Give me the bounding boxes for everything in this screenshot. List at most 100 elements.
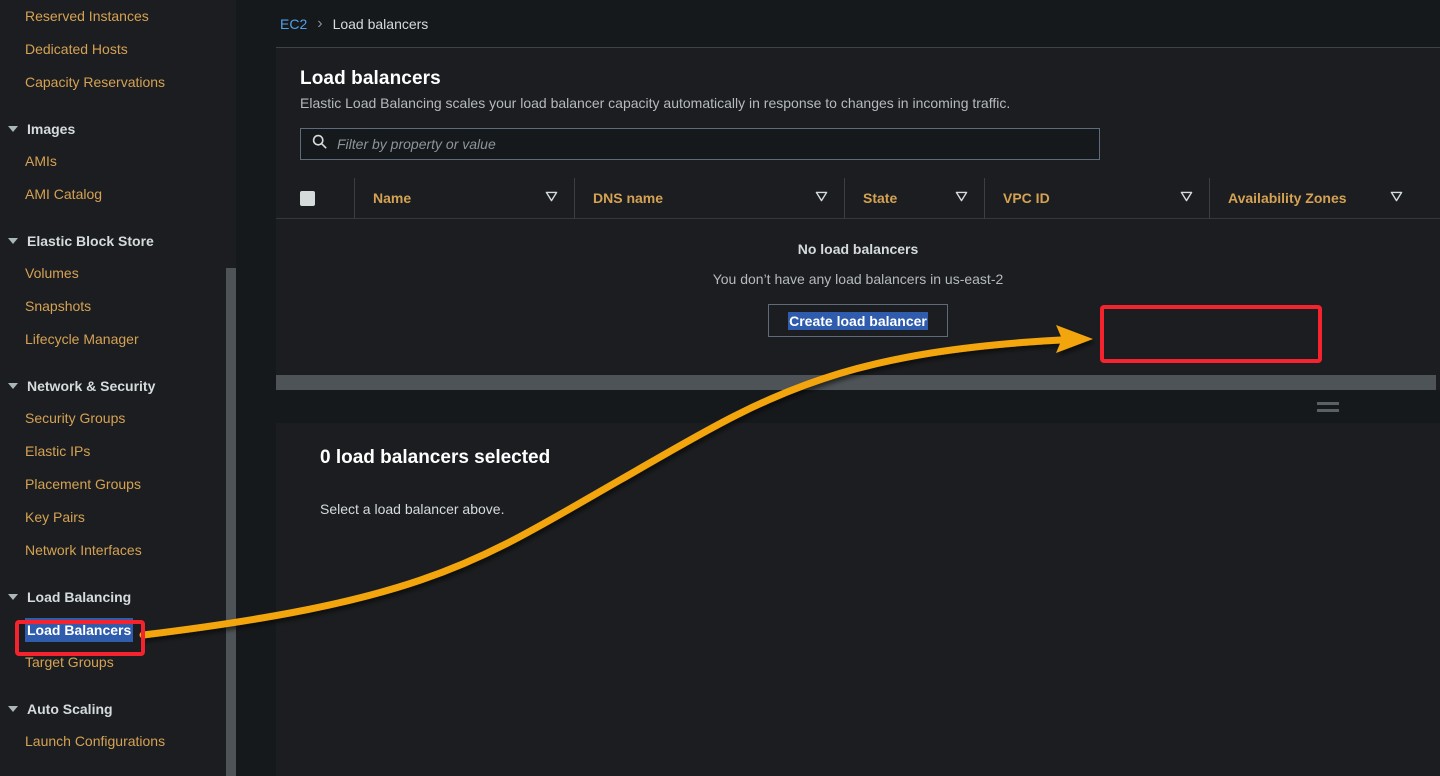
- sidebar-group-label: Elastic Block Store: [27, 232, 154, 249]
- column-header-label: Availability Zones: [1228, 190, 1347, 206]
- sidebar-item-capacity-reservations[interactable]: Capacity Reservations: [0, 66, 236, 99]
- checkbox-icon: [300, 190, 315, 206]
- sort-descending-icon[interactable]: [955, 189, 968, 207]
- sidebar-scrollbar-track[interactable]: [226, 0, 236, 776]
- nav-group-spacer: [0, 356, 236, 369]
- page-title: Load balancers: [300, 68, 441, 89]
- card-header: Load balancers Elastic Load Balancing sc…: [276, 48, 1440, 111]
- sidebar-item-label: Load Balancers: [25, 617, 134, 642]
- table-column-header[interactable]: Availability Zones: [1209, 177, 1419, 219]
- caret-down-icon: [8, 125, 18, 132]
- column-header-label: Name: [373, 190, 412, 206]
- sidebar-item-ami-catalog[interactable]: AMI Catalog: [0, 178, 236, 211]
- sidebar-group-elastic-block-store[interactable]: Elastic Block Store: [0, 224, 236, 257]
- sidebar-group-label: Images: [27, 120, 76, 137]
- panel-splitter: [276, 390, 1440, 423]
- sidebar-item-volumes[interactable]: Volumes: [0, 257, 236, 290]
- caret-down-icon: [8, 705, 18, 712]
- empty-state-subtitle: You don’t have any load balancers in us-…: [712, 271, 1004, 287]
- create-load-balancer-button[interactable]: Create load balancer: [768, 304, 948, 337]
- sidebar-item-label: Dedicated Hosts: [25, 41, 128, 57]
- search-input[interactable]: Filter by property or value: [300, 128, 1100, 160]
- sidebar-item-network-interfaces[interactable]: Network Interfaces: [0, 534, 236, 567]
- sidebar-group-images[interactable]: Images: [0, 112, 236, 145]
- column-header-label: DNS name: [593, 190, 664, 206]
- sidebar-item-placement-groups[interactable]: Placement Groups: [0, 468, 236, 501]
- splitter-drag-handle-icon[interactable]: [1317, 402, 1339, 416]
- sidebar-item-launch-configurations[interactable]: Launch Configurations: [0, 725, 236, 758]
- sort-descending-icon[interactable]: [1180, 189, 1193, 207]
- table-column-header[interactable]: VPC ID: [984, 177, 1209, 219]
- nav-group-spacer: [0, 99, 236, 112]
- sidebar-item-label: Lifecycle Manager: [25, 331, 139, 347]
- nav-group-spacer: [0, 567, 236, 580]
- sidebar-item-load-balancers[interactable]: Load Balancers: [0, 613, 236, 646]
- sidebar-group-label: Load Balancing: [27, 588, 132, 605]
- sidebar-item-target-groups[interactable]: Target Groups: [0, 646, 236, 679]
- table-column-header[interactable]: State: [844, 177, 984, 219]
- sidebar-group-label: Network & Security: [27, 377, 156, 394]
- sort-descending-icon[interactable]: [815, 189, 828, 207]
- search-icon: [312, 134, 327, 154]
- caret-down-icon: [8, 237, 18, 244]
- page-description: Elastic Load Balancing scales your load …: [300, 95, 1011, 111]
- chevron-right-icon: ›: [317, 14, 323, 32]
- sidebar-item-security-groups[interactable]: Security Groups: [0, 402, 236, 435]
- sidebar-item-label: AMIs: [25, 153, 57, 169]
- caret-down-icon: [8, 382, 18, 389]
- sidebar-nav-list: Reserved Instances Dedicated Hosts Capacit…: [0, 0, 236, 758]
- search-placeholder: Filter by property or value: [337, 136, 496, 152]
- empty-state-actions: Create load balancer: [276, 304, 1440, 337]
- sidebar-item-snapshots[interactable]: Snapshots: [0, 290, 236, 323]
- filter-row: Filter by property or value: [276, 111, 1440, 160]
- main-content: EC2 › Load balancers Load balancers Elas…: [236, 0, 1440, 776]
- empty-state: No load balancers You don’t have any loa…: [276, 219, 1440, 337]
- select-all-checkbox[interactable]: [300, 190, 354, 206]
- sidebar-group-load-balancing[interactable]: Load Balancing: [0, 580, 236, 613]
- table-header-row: Name DNS name State VPC ID Availability Zone…: [276, 177, 1440, 219]
- sidebar-group-network-security[interactable]: Network & Security: [0, 369, 236, 402]
- sidebar-item-label: Target Groups: [25, 654, 114, 670]
- selection-detail-panel: 0 load balancers selected Select a load …: [276, 423, 1440, 776]
- sidebar-item-label: Volumes: [25, 265, 79, 281]
- sidebar-item-label: Snapshots: [25, 298, 92, 314]
- breadcrumb-link-ec2[interactable]: EC2: [280, 16, 307, 32]
- sidebar-item-key-pairs[interactable]: Key Pairs: [0, 501, 236, 534]
- load-balancers-table-card: Load balancers Elastic Load Balancing sc…: [276, 47, 1440, 390]
- breadcrumb-current: Load balancers: [332, 15, 429, 32]
- sort-descending-icon[interactable]: [545, 189, 558, 207]
- nav-group-spacer: [0, 211, 236, 224]
- breadcrumb: EC2 › Load balancers: [236, 0, 1440, 47]
- sidebar-item-label: Placement Groups: [25, 476, 141, 492]
- sidebar-group-auto-scaling[interactable]: Auto Scaling: [0, 692, 236, 725]
- sort-descending-icon[interactable]: [1390, 189, 1403, 207]
- sidebar-item-label: Elastic IPs: [25, 443, 91, 459]
- sidebar-item-reserved-instances[interactable]: Reserved Instances: [0, 0, 236, 33]
- table-horizontal-scrollbar-thumb[interactable]: [276, 375, 1436, 390]
- sidebar-item-label: Launch Configurations: [25, 733, 166, 749]
- sidebar-item-lifecycle-manager[interactable]: Lifecycle Manager: [0, 323, 236, 356]
- table-column-header[interactable]: DNS name: [574, 177, 844, 219]
- ec2-console: Reserved Instances Dedicated Hosts Capacit…: [0, 0, 1440, 776]
- table-horizontal-scrollbar-track[interactable]: [276, 375, 1440, 390]
- sidebar-item-label: AMI Catalog: [25, 186, 103, 202]
- create-load-balancer-label: Create load balancer: [788, 311, 928, 330]
- empty-state-title: No load balancers: [797, 241, 919, 257]
- column-header-label: VPC ID: [1003, 190, 1050, 206]
- sidebar-group-label: Auto Scaling: [27, 700, 113, 717]
- sidebar-item-elastic-ips[interactable]: Elastic IPs: [0, 435, 236, 468]
- detail-panel-title: 0 load balancers selected: [320, 447, 551, 468]
- sidebar-item-label: Key Pairs: [25, 509, 85, 525]
- sidebar-item-label: Security Groups: [25, 410, 126, 426]
- sidebar-item-label: Capacity Reservations: [25, 74, 166, 90]
- sidebar-item-amis[interactable]: AMIs: [0, 145, 236, 178]
- sidebar-item-label: Network Interfaces: [25, 542, 142, 558]
- column-header-label: State: [863, 190, 898, 206]
- sidebar-item-label: Reserved Instances: [25, 8, 149, 24]
- nav-group-spacer: [0, 679, 236, 692]
- sidebar-scrollbar-thumb[interactable]: [226, 268, 236, 776]
- detail-panel-subtitle: Select a load balancer above.: [320, 501, 505, 517]
- table-column-header[interactable]: Name: [354, 177, 574, 219]
- sidebar-item-dedicated-hosts[interactable]: Dedicated Hosts: [0, 33, 236, 66]
- caret-down-icon: [8, 593, 18, 600]
